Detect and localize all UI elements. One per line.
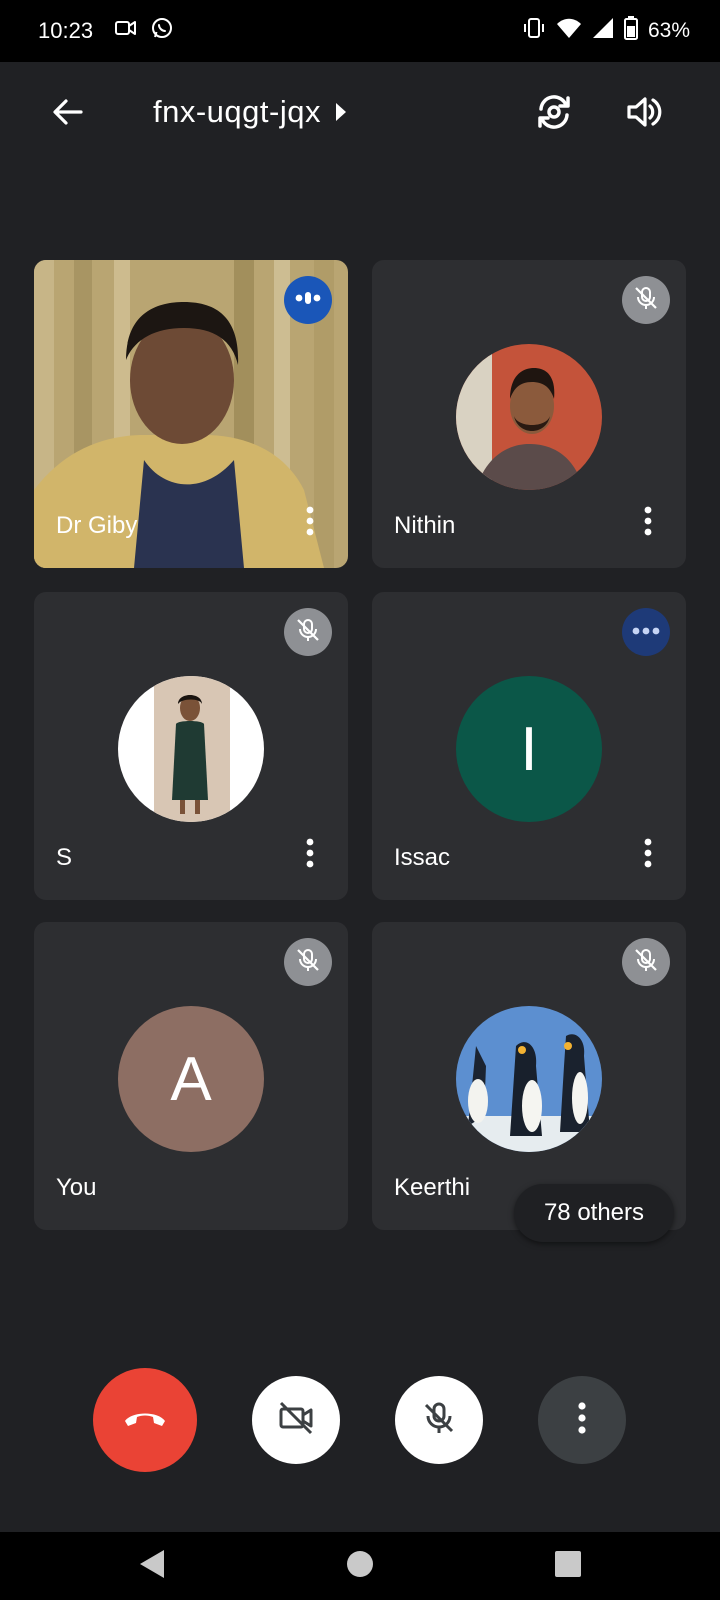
video-camera-icon xyxy=(114,16,138,45)
more-vert-icon xyxy=(577,1401,587,1440)
muted-indicator xyxy=(622,276,670,324)
more-vert-icon xyxy=(306,838,314,873)
avatar-letter: I xyxy=(520,714,538,784)
muted-indicator xyxy=(622,938,670,986)
participant-name: Dr Giby xyxy=(56,512,138,539)
participant-name: S xyxy=(56,844,73,871)
participant-tile[interactable]: Nithin xyxy=(372,260,686,568)
call-top-bar: fnx-uqgt-jqx xyxy=(0,62,720,166)
muted-indicator xyxy=(284,938,332,986)
system-nav-bar xyxy=(0,1532,720,1600)
muted-indicator xyxy=(284,608,332,656)
meeting-code: fnx-uqgt-jqx xyxy=(153,94,321,129)
nav-recents-icon xyxy=(554,1550,582,1583)
mic-off-icon xyxy=(633,947,659,978)
speaker-icon xyxy=(624,92,664,137)
status-time: 10:23 xyxy=(38,18,94,43)
participant-avatar xyxy=(118,676,264,822)
camera-off-icon xyxy=(276,1398,316,1443)
participant-tile-self[interactable]: A You xyxy=(34,922,348,1230)
participant-menu-button[interactable] xyxy=(636,838,660,872)
participant-name: Nithin xyxy=(394,512,456,539)
nav-back-button[interactable] xyxy=(132,1546,172,1586)
participant-menu-button[interactable] xyxy=(298,838,322,872)
toggle-mic-button[interactable] xyxy=(395,1376,483,1464)
switch-camera-button[interactable] xyxy=(530,90,578,138)
speaking-indicator xyxy=(284,276,332,324)
more-options-button[interactable] xyxy=(538,1376,626,1464)
participant-tile[interactable]: S xyxy=(34,592,348,900)
audio-output-button[interactable] xyxy=(620,90,668,138)
participant-name: Keerthi xyxy=(394,1174,471,1201)
participant-name: You xyxy=(56,1174,97,1201)
participant-avatar xyxy=(456,1006,602,1152)
others-participants-chip[interactable]: 78 others xyxy=(514,1184,674,1242)
speaking-indicator xyxy=(622,608,670,656)
mic-off-icon xyxy=(633,285,659,316)
mic-off-icon xyxy=(419,1398,459,1443)
nav-back-icon xyxy=(137,1548,167,1585)
more-vert-icon xyxy=(644,838,652,873)
participant-avatar xyxy=(456,344,602,490)
meet-call-screen: fnx-uqgt-jqx Dr Giby Nithin S I Issac A … xyxy=(0,62,720,1532)
arrow-left-icon xyxy=(51,95,85,134)
status-system-icons: 63% xyxy=(522,16,690,45)
participant-name: Issac xyxy=(394,844,451,871)
toggle-camera-button[interactable] xyxy=(252,1376,340,1464)
end-call-button[interactable] xyxy=(93,1368,197,1472)
participant-avatar: A xyxy=(118,1006,264,1152)
nav-recents-button[interactable] xyxy=(548,1546,588,1586)
nav-home-icon xyxy=(346,1550,374,1583)
meeting-info-button[interactable]: fnx-uqgt-jqx xyxy=(153,94,347,130)
end-call-icon xyxy=(122,1407,168,1434)
participant-avatar: I xyxy=(456,676,602,822)
mic-off-icon xyxy=(295,617,321,648)
wifi-icon xyxy=(556,16,582,45)
mic-off-icon xyxy=(295,947,321,978)
avatar-letter: A xyxy=(170,1044,212,1114)
more-vert-icon xyxy=(306,506,314,541)
battery-icon xyxy=(623,16,638,45)
status-bar: 10:23 63% xyxy=(0,0,720,62)
status-notification-icons xyxy=(114,16,174,45)
participant-menu-button[interactable] xyxy=(636,506,660,540)
switch-camera-icon xyxy=(534,92,574,137)
more-vert-icon xyxy=(644,506,652,541)
battery-percentage: 63% xyxy=(647,18,690,42)
audio-level-icon xyxy=(631,623,661,641)
nav-home-button[interactable] xyxy=(340,1546,380,1586)
back-button[interactable] xyxy=(46,92,90,136)
cell-signal-icon xyxy=(592,17,614,44)
call-controls xyxy=(0,1368,720,1478)
vibrate-icon xyxy=(522,16,546,45)
audio-level-icon xyxy=(294,291,322,309)
participant-menu-button[interactable] xyxy=(298,506,322,540)
caret-right-icon xyxy=(335,94,347,130)
participant-tile[interactable]: I Issac xyxy=(372,592,686,900)
whatsapp-icon xyxy=(150,16,174,45)
participant-tile[interactable]: Dr Giby xyxy=(34,260,348,568)
